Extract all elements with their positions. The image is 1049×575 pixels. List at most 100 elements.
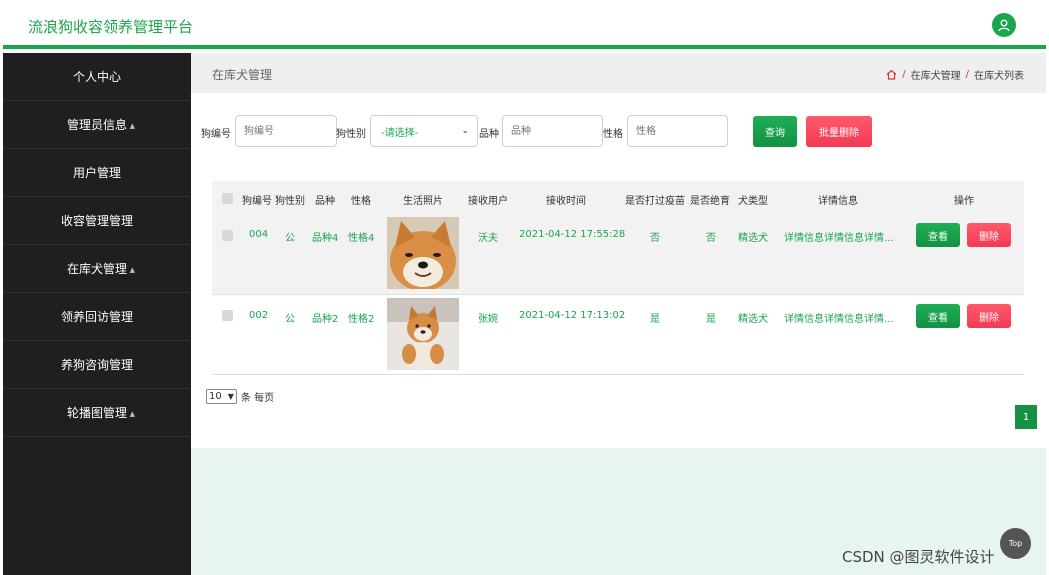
dog-photo xyxy=(387,217,459,289)
cell-time: 2021-04-12 17:13:02 xyxy=(519,310,626,321)
breed-input[interactable] xyxy=(502,115,603,147)
sidebar-nav: 个人中心 管理员信息 ▲ 用户管理 收容管理管理 在库犬管理 ▲ 领养回访管理 养狗… xyxy=(3,53,191,575)
sidebar-item-label: 在库犬管理 xyxy=(66,262,127,276)
shiba-sitting-image xyxy=(387,298,459,370)
page-title: 在库犬管理 xyxy=(212,68,273,82)
caret-down-icon: ▲ xyxy=(129,410,135,418)
dog-photo xyxy=(387,298,459,370)
column-header: 接收时间 xyxy=(546,196,586,207)
cell-type: 精选犬 xyxy=(738,233,768,244)
cell-type: 精选犬 xyxy=(738,314,768,325)
table-row: 002 公 品种2 性格2 张婉 2021-04-12 17:13:02 是 是… xyxy=(212,295,1024,374)
sidebar-item-users[interactable]: 用户管理 xyxy=(3,149,191,197)
cell-dog-no: 004 xyxy=(249,229,269,240)
column-header: 性格 xyxy=(351,196,371,207)
cell-neutered: 否 xyxy=(706,233,716,244)
cell-time: 2021-04-12 17:55:28 xyxy=(519,229,626,240)
watermark-text: CSDN @图灵软件设计 xyxy=(842,548,995,566)
main-content: 在库犬管理 / 在库犬管理 / 在库犬列表 狗编号 狗性别 -请选择- ⌄ 品种… xyxy=(191,53,1046,575)
sidebar-item-dogs-in-stock[interactable]: 在库犬管理 ▲ xyxy=(3,245,191,293)
column-header: 操作 xyxy=(954,196,974,207)
sidebar-item-adoption-visits[interactable]: 领养回访管理 xyxy=(3,293,191,341)
breadcrumb-item[interactable]: 在库犬列表 xyxy=(974,67,1024,82)
sidebar-item-consulting[interactable]: 养狗咨询管理 xyxy=(3,341,191,389)
breed-label: 品种 xyxy=(479,129,499,140)
sidebar-item-profile[interactable]: 个人中心 xyxy=(3,53,191,101)
column-header: 详情信息 xyxy=(818,196,858,207)
page-size-suffix: 条 每页 xyxy=(240,393,275,404)
sex-select-value: -请选择- xyxy=(381,127,419,139)
top-header: 流浪狗收容领养管理平台 xyxy=(3,3,1046,49)
shiba-smiling-image xyxy=(387,217,459,289)
cell-temper: 性格2 xyxy=(348,314,375,325)
breadcrumb: / 在库犬管理 / 在库犬列表 xyxy=(886,67,1024,82)
column-header: 接收用户 xyxy=(468,196,508,207)
temper-label: 性格 xyxy=(603,129,623,140)
dog-no-label: 狗编号 xyxy=(201,129,231,140)
cell-dog-no: 002 xyxy=(249,310,269,321)
dog-no-input[interactable] xyxy=(235,115,337,147)
batch-delete-button[interactable]: 批量删除 xyxy=(806,116,872,147)
cell-sex: 公 xyxy=(285,233,295,244)
sidebar-item-carousel[interactable]: 轮播图管理 ▲ xyxy=(3,389,191,437)
cell-breed: 品种4 xyxy=(312,233,339,244)
cell-vaccinated: 否 xyxy=(650,233,660,244)
cell-user: 张婉 xyxy=(478,314,498,325)
column-header: 狗编号 xyxy=(242,196,272,207)
view-button[interactable]: 查看 xyxy=(916,304,960,328)
user-icon xyxy=(998,19,1010,32)
sex-label: 狗性别 xyxy=(336,129,366,140)
sidebar-item-shelter[interactable]: 收容管理管理 xyxy=(3,197,191,245)
cell-detail: 详情信息详情信息详情... xyxy=(784,314,894,325)
row-checkbox[interactable] xyxy=(222,230,233,241)
cell-detail: 详情信息详情信息详情... xyxy=(784,233,894,244)
table-header: 狗编号 狗性别 品种 性格 生活照片 接收用户 接收时间 是否打过疫苗 是否绝育… xyxy=(212,181,1024,215)
sidebar-item-label: 领养回访管理 xyxy=(60,310,133,324)
temper-input[interactable] xyxy=(627,115,728,147)
delete-button[interactable]: 删除 xyxy=(967,223,1011,247)
select-all-checkbox[interactable] xyxy=(222,193,233,204)
breadcrumb-separator: / xyxy=(965,69,969,80)
sidebar-item-label: 用户管理 xyxy=(72,166,121,180)
sidebar-item-label: 管理员信息 xyxy=(66,118,127,132)
page-size-value: 10 xyxy=(209,391,222,402)
home-icon[interactable] xyxy=(886,69,897,80)
view-button[interactable]: 查看 xyxy=(916,223,960,247)
cell-breed: 品种2 xyxy=(312,314,339,325)
page-header-bar: 在库犬管理 / 在库犬管理 / 在库犬列表 xyxy=(191,53,1046,93)
content-panel: 狗编号 狗性别 -请选择- ⌄ 品种 性格 查询 批量删除 狗编号 狗性别 品种… xyxy=(191,93,1046,448)
sidebar-item-admin-info[interactable]: 管理员信息 ▲ xyxy=(3,101,191,149)
caret-down-icon: ▲ xyxy=(129,122,135,130)
cell-user: 沃夫 xyxy=(478,233,498,244)
user-avatar[interactable] xyxy=(992,13,1016,37)
cell-temper: 性格4 xyxy=(348,233,375,244)
sidebar-item-label: 养狗咨询管理 xyxy=(60,358,133,372)
table-row: 004 公 品种4 性格4 沃夫 2021-04-12 17:55:28 否 否… xyxy=(212,215,1024,295)
cell-sex: 公 xyxy=(285,314,295,325)
page-size-control: 10 ▼ 条 每页 xyxy=(206,389,274,404)
row-checkbox[interactable] xyxy=(222,310,233,321)
column-header: 是否绝育 xyxy=(690,196,730,207)
column-header: 品种 xyxy=(315,196,335,207)
page-button-current[interactable]: 1 xyxy=(1015,405,1037,429)
breadcrumb-separator: / xyxy=(902,69,906,80)
chevron-down-icon: ▼ xyxy=(227,392,234,401)
delete-button[interactable]: 删除 xyxy=(967,304,1011,328)
breadcrumb-item[interactable]: 在库犬管理 xyxy=(911,67,961,82)
page-size-select[interactable]: 10 ▼ xyxy=(206,389,237,404)
sex-select[interactable]: -请选择- ⌄ xyxy=(370,115,478,147)
app-title: 流浪狗收容领养管理平台 xyxy=(28,18,194,36)
query-button[interactable]: 查询 xyxy=(753,116,797,147)
column-header: 是否打过疫苗 xyxy=(625,196,685,207)
column-header: 犬类型 xyxy=(738,196,768,207)
sidebar-item-label: 轮播图管理 xyxy=(66,406,127,420)
dog-table: 狗编号 狗性别 品种 性格 生活照片 接收用户 接收时间 是否打过疫苗 是否绝育… xyxy=(212,181,1024,375)
caret-down-icon: ▲ xyxy=(129,266,135,274)
back-to-top-button[interactable]: Top xyxy=(1000,528,1031,559)
cell-vaccinated: 是 xyxy=(650,314,660,325)
column-header: 生活照片 xyxy=(403,196,443,207)
sidebar-item-label: 个人中心 xyxy=(72,70,121,84)
cell-neutered: 是 xyxy=(706,314,716,325)
column-header: 狗性别 xyxy=(275,196,305,207)
chevron-down-icon: ⌄ xyxy=(461,126,469,136)
